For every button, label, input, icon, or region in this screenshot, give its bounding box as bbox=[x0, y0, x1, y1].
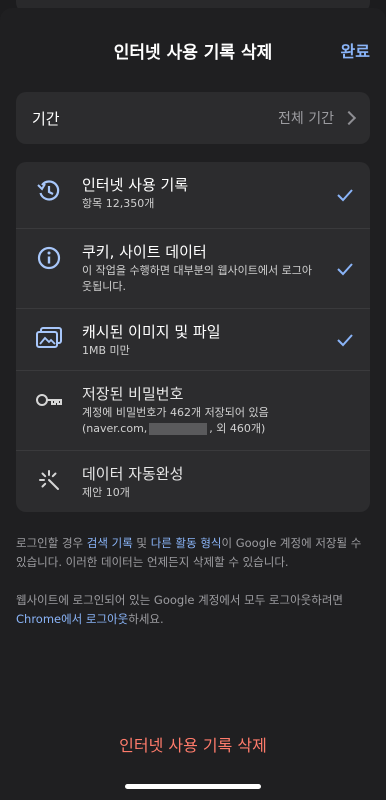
item-title: 데이터 자동완성 bbox=[82, 465, 184, 483]
redacted-block bbox=[149, 423, 208, 435]
footer-text: 로그인할 경우 bbox=[16, 536, 87, 550]
item-subtitle-domains: (naver.com, , 외 460개) bbox=[82, 421, 354, 437]
page-title: 인터넷 사용 기록 삭제 bbox=[113, 43, 273, 63]
item-subtitle: 항목 12,350개 bbox=[82, 197, 155, 210]
checkmark-icon bbox=[337, 262, 353, 275]
autofill-sparkle-icon bbox=[32, 463, 66, 497]
history-icon bbox=[32, 174, 66, 208]
item-subtitle: 제안 10개 bbox=[82, 486, 130, 499]
item-subtitle: 이 작업을 수행하면 대부분의 웹사이트에서 로그아웃됩니다. bbox=[82, 264, 313, 293]
footer-signout-note: 웹사이트에 로그인되어 있는 Google 계정에서 모두 로그아웃하려면 Ch… bbox=[16, 591, 370, 629]
browsing-history-row[interactable]: 인터넷 사용 기록 항목 12,350개 bbox=[16, 162, 370, 228]
cached-images-row[interactable]: 캐시된 이미지 및 파일 1MB 미만 bbox=[16, 308, 370, 370]
item-title: 인터넷 사용 기록 bbox=[82, 176, 189, 194]
saved-passwords-row[interactable]: 저장된 비밀번호 계정에 비밀번호가 462개 저장되어 있음 (naver.c… bbox=[16, 370, 370, 450]
data-types-list: 인터넷 사용 기록 항목 12,350개 쿠키, 사이트 데이터 이 작업을 수… bbox=[16, 162, 370, 512]
autofill-row[interactable]: 데이터 자동완성 제안 10개 bbox=[16, 450, 370, 512]
key-icon bbox=[32, 383, 66, 417]
item-subtitle: 계정에 비밀번호가 462개 저장되어 있음 bbox=[82, 406, 269, 419]
cookies-row[interactable]: 쿠키, 사이트 데이터 이 작업을 수행하면 대부분의 웹사이트에서 로그아웃됩… bbox=[16, 228, 370, 308]
info-icon bbox=[32, 241, 66, 275]
time-range-label: 기간 bbox=[32, 109, 60, 128]
footer-text: 하세요. bbox=[128, 612, 164, 626]
nav-bar: 인터넷 사용 기록 삭제 완료 bbox=[0, 8, 386, 88]
images-icon bbox=[32, 321, 66, 355]
footer-sync-note: 로그인할 경우 검색 기록 및 다른 활동 형식이 Google 계정에 저장될… bbox=[16, 534, 370, 572]
domains-prefix: (naver.com, bbox=[82, 422, 148, 435]
chevron-right-icon bbox=[341, 110, 357, 126]
domains-suffix: , 외 460개) bbox=[209, 422, 266, 435]
checkmark-icon bbox=[337, 189, 353, 202]
checkmark-icon bbox=[337, 333, 353, 346]
sign-out-link[interactable]: Chrome에서 로그아웃 bbox=[16, 612, 128, 626]
search-history-link[interactable]: 검색 기록 bbox=[87, 536, 133, 550]
home-indicator bbox=[125, 784, 261, 789]
item-title: 쿠키, 사이트 데이터 bbox=[82, 243, 207, 261]
footer-text: 및 bbox=[132, 536, 151, 550]
item-title: 캐시된 이미지 및 파일 bbox=[82, 323, 221, 341]
item-subtitle: 1MB 미만 bbox=[82, 344, 130, 357]
time-range-value: 전체 기간 bbox=[278, 111, 334, 127]
done-button[interactable]: 완료 bbox=[341, 38, 370, 62]
footer-text: 웹사이트에 로그인되어 있는 Google 계정에서 모두 로그아웃하려면 bbox=[16, 593, 343, 607]
item-title: 저장된 비밀번호 bbox=[82, 385, 184, 403]
other-activity-link[interactable]: 다른 활동 형식 bbox=[151, 536, 222, 550]
time-range-row[interactable]: 기간 전체 기간 bbox=[16, 92, 370, 144]
clear-data-button[interactable]: 인터넷 사용 기록 삭제 bbox=[0, 732, 386, 756]
